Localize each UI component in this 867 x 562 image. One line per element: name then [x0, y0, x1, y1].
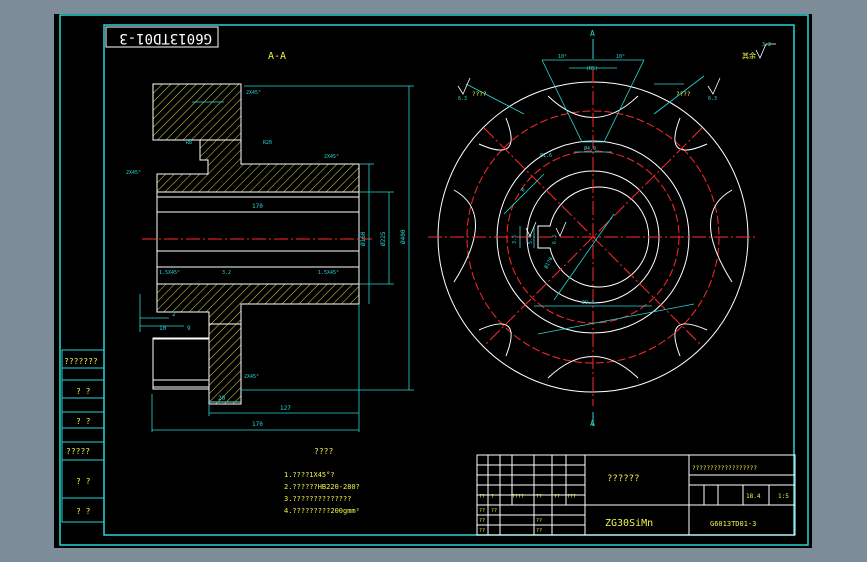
- side-table-label-6: ? ?: [76, 507, 91, 516]
- chamfer-bottom: 2X45°: [244, 374, 259, 380]
- dim-small-1: 20: [218, 395, 226, 402]
- dim-small-3: 2: [172, 311, 176, 318]
- tb-material: ZG30SiMn: [605, 518, 653, 529]
- section-label: A-A: [268, 51, 286, 62]
- fit-right: 1.5X45°: [318, 270, 339, 276]
- dim-flange-gap: 9: [187, 325, 191, 332]
- side-table-label-1: ???????: [64, 357, 98, 366]
- tb-sig-1: ??: [536, 528, 542, 534]
- dim-slot-width: (R5): [586, 66, 598, 72]
- side-table: [61, 349, 105, 523]
- dim-bore: Ø170: [543, 256, 555, 270]
- side-table-label-5: ? ?: [76, 477, 91, 486]
- tb-part-name: ??????: [607, 474, 640, 484]
- tb-weight: 18.4: [746, 493, 761, 500]
- dim-bore-length: 170: [252, 203, 263, 210]
- dim-angle-right: 10°: [616, 54, 625, 60]
- tech-req-2: 2.??????HB220-280?: [284, 483, 360, 491]
- cad-window: ??????? ? ? ? ? ????? ? ? ? ? G6013TD01-…: [0, 0, 867, 562]
- dim-overall-length: 170: [252, 421, 263, 428]
- tb-row-1: ??: [479, 494, 485, 500]
- section-roughness: 3.2: [222, 270, 231, 276]
- drawing-canvas: ??????? ? ? ? ? ????? ? ? ? ? G6013TD01-…: [59, 14, 809, 546]
- dim-angle-left: 10°: [558, 54, 567, 60]
- drawing-number-mirrored: G6013TD01-3: [119, 30, 212, 46]
- roughness-note: 其余: [742, 51, 756, 60]
- tech-req-4: 4.?????????200gmm²: [284, 507, 360, 515]
- dim-hub-length: 127: [280, 405, 291, 412]
- tb-row-5: ??: [554, 494, 560, 500]
- radius-2: R20: [263, 140, 272, 146]
- dim-key-depth: 29.4: [582, 300, 594, 306]
- dim-side: 3.5: [512, 235, 518, 244]
- tb-row2-2: ??: [479, 518, 485, 524]
- tb-row2-4: ??: [536, 518, 542, 524]
- side-table-label-4: ?????: [66, 447, 90, 456]
- rough-3: 6.3: [552, 235, 558, 244]
- chamfer-mid: 2X45°: [324, 154, 339, 160]
- rough-1: 6.3: [458, 96, 467, 102]
- dim-d-hub: Ø225: [380, 231, 387, 246]
- tb-row2-3: ??: [479, 528, 485, 534]
- side-table-label-3: ? ?: [76, 417, 91, 426]
- dim-d-bore: Ø160: [360, 231, 367, 246]
- dim-key-width: Ø1.6: [540, 152, 552, 159]
- tech-req-title: ????: [314, 447, 333, 456]
- tech-req-1: 1.????1X45°?: [284, 471, 335, 479]
- dim-side2: 5.4: [528, 235, 534, 244]
- dim-pitch: Ø4.9: [584, 145, 596, 152]
- tb-company: ??????????????????: [692, 465, 757, 472]
- fit-left: 1.5X45°: [159, 270, 180, 276]
- drawing-viewport[interactable]: ??????? ? ? ? ? ????? ? ? ? ? G6013TD01-…: [54, 14, 812, 548]
- tb-row-4: ??: [536, 494, 542, 500]
- tb-scale: 1:5: [778, 493, 789, 500]
- rough-4: 3.2: [762, 42, 771, 48]
- section-view: [142, 83, 372, 405]
- tb-row-6: ???: [567, 494, 576, 500]
- radius-1: R8: [186, 140, 192, 146]
- view-note-left: ????: [472, 91, 487, 98]
- tb-row2-1: ??: [479, 508, 485, 514]
- tb-sig-2: ??: [491, 508, 497, 514]
- section-marker-top: A: [590, 29, 595, 38]
- view-note-right: ????: [676, 91, 691, 98]
- chamfer-left: 2X45°: [126, 170, 141, 176]
- rough-2: 6.3: [708, 96, 717, 102]
- side-table-label-2: ? ?: [76, 387, 91, 396]
- dim-small-2: 10: [159, 325, 167, 332]
- tb-row-3: ????: [512, 494, 524, 500]
- tb-drawing-no: G6013TD01-3: [710, 520, 756, 528]
- tb-row-2: ?: [491, 494, 494, 500]
- dim-d-outer: Ø400: [400, 229, 407, 244]
- section-marker-bottom: A: [590, 419, 595, 428]
- tech-req-3: 3.??????????????: [284, 495, 351, 503]
- chamfer-top: 2X45°: [246, 90, 261, 96]
